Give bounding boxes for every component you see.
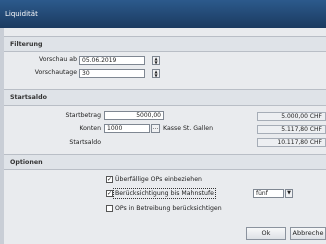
vorschau-ab-label: Vorschau ab [38, 56, 77, 63]
konten-display: 5.117,80 CHF [257, 125, 326, 134]
ok-button[interactable]: Ok [246, 227, 286, 240]
cancel-button[interactable]: Abbreche [290, 227, 326, 240]
startbetrag-display: 5.000,00 CHF [257, 112, 326, 121]
mahnstufe-dropdown-button[interactable]: ▼ [285, 189, 293, 198]
group-title-startsaldo: Startsaldo [10, 94, 47, 101]
group-title-optionen: Optionen [10, 158, 43, 166]
checkbox-ueberfaellige-ops[interactable]: ✓ [106, 176, 113, 183]
checkbox-betreibung[interactable] [106, 205, 113, 212]
konten-name: Kasse St. Gallen [163, 125, 214, 132]
dialog-window: Liquidität Filterung Vorschau ab 05.06.2… [0, 0, 326, 244]
vorschautage-label: Vorschautage [34, 69, 77, 76]
checkbox-ueberfaellige-ops-label: Überfällige OPs einbeziehen [115, 176, 202, 183]
checkmark-icon: ✓ [107, 176, 113, 183]
startsaldo-label: Startsaldo [69, 139, 101, 146]
spinner-arrows-icon: ▲ ▼ [154, 69, 158, 78]
mahnstufe-select[interactable]: fünf [253, 189, 284, 198]
ellipsis-icon: … [152, 124, 159, 131]
window-title: Liquidität [0, 0, 326, 28]
konten-label: Konten [79, 125, 101, 132]
group-header-startsaldo: Startsaldo [4, 89, 326, 106]
group-title-filterung: Filterung [10, 40, 43, 48]
konten-input[interactable]: 1000 [104, 124, 150, 133]
spinner-arrows-icon: ▲ ▼ [154, 56, 158, 65]
vorschautage-input[interactable]: 30 [79, 69, 145, 78]
vorschautage-spinner[interactable]: ▲ ▼ [152, 69, 160, 78]
dialog-content: Filterung Vorschau ab 05.06.2019 ▲ ▼ Vors… [4, 28, 326, 244]
checkbox-betreibung-label: OPs in Betreibung berücksichtigen [115, 205, 222, 212]
vorschau-ab-spinner[interactable]: ▲ ▼ [152, 56, 160, 65]
group-header-optionen: Optionen [4, 154, 326, 170]
checkbox-mahnstufe[interactable]: ✓ [106, 190, 113, 197]
checkbox-mahnstufe-label: Berücksichtigung bis Mahnstufe [113, 188, 216, 199]
konten-browse-button[interactable]: … [151, 124, 160, 133]
chevron-down-icon: ▼ [287, 190, 291, 196]
vorschau-ab-input[interactable]: 05.06.2019 [79, 56, 145, 65]
startbetrag-label: Startbetrag [65, 112, 101, 119]
checkmark-icon: ✓ [107, 190, 113, 197]
startsaldo-display: 10.117,80 CHF [257, 138, 326, 147]
startbetrag-input[interactable]: 5000,00 [104, 111, 164, 120]
group-header-filterung: Filterung [4, 36, 326, 52]
